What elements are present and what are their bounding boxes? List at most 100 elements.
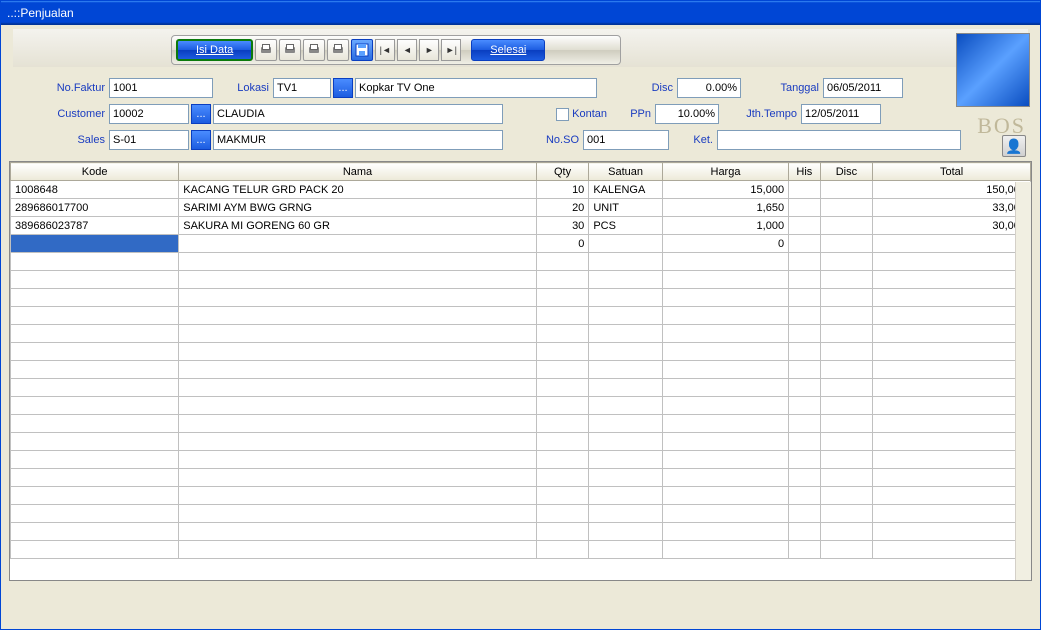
col-header-disc[interactable]: Disc (820, 163, 873, 181)
table-cell[interactable] (536, 505, 589, 523)
table-cell[interactable] (873, 541, 1031, 559)
table-cell[interactable] (662, 379, 788, 397)
lokasi-name-input[interactable] (355, 78, 597, 98)
table-cell[interactable] (873, 433, 1031, 451)
table-row[interactable] (11, 343, 1031, 361)
table-row[interactable]: 289686017700SARIMI AYM BWG GRNG20UNIT1,6… (11, 199, 1031, 217)
table-cell[interactable] (873, 289, 1031, 307)
table-cell[interactable] (789, 271, 821, 289)
table-cell[interactable] (873, 361, 1031, 379)
table-cell[interactable] (820, 235, 873, 253)
table-cell[interactable] (536, 469, 589, 487)
lokasi-lookup-button[interactable]: ... (333, 78, 353, 98)
table-cell[interactable] (589, 433, 663, 451)
table-cell[interactable] (11, 415, 179, 433)
selesai-button[interactable]: Selesai (471, 39, 545, 61)
nav-next-button[interactable]: ► (419, 39, 439, 61)
table-cell[interactable] (873, 487, 1031, 505)
items-table[interactable]: Kode Nama Qty Satuan Harga His Disc Tota… (10, 162, 1031, 559)
table-cell[interactable] (589, 343, 663, 361)
col-header-nama[interactable]: Nama (179, 163, 537, 181)
table-cell[interactable]: SARIMI AYM BWG GRNG (179, 199, 537, 217)
table-row[interactable] (11, 451, 1031, 469)
table-cell[interactable] (536, 523, 589, 541)
table-cell[interactable]: 20 (536, 199, 589, 217)
person-button[interactable]: 👤 (1002, 135, 1026, 157)
table-cell[interactable] (662, 397, 788, 415)
col-header-satuan[interactable]: Satuan (589, 163, 663, 181)
table-cell[interactable] (179, 235, 537, 253)
table-cell[interactable] (662, 487, 788, 505)
table-cell[interactable] (179, 433, 537, 451)
table-cell[interactable] (536, 361, 589, 379)
table-cell[interactable]: 30 (536, 217, 589, 235)
table-cell[interactable]: 0 (873, 235, 1031, 253)
table-cell[interactable] (179, 289, 537, 307)
table-cell[interactable] (820, 325, 873, 343)
customer-name-input[interactable] (213, 104, 503, 124)
table-cell[interactable] (789, 379, 821, 397)
table-cell[interactable] (11, 307, 179, 325)
table-cell[interactable] (589, 325, 663, 343)
table-cell[interactable] (589, 523, 663, 541)
sales-lookup-button[interactable]: ... (191, 130, 211, 150)
table-cell[interactable] (873, 451, 1031, 469)
table-cell[interactable] (662, 253, 788, 271)
table-cell[interactable] (662, 469, 788, 487)
table-cell[interactable] (11, 469, 179, 487)
table-cell[interactable] (589, 307, 663, 325)
table-cell[interactable] (789, 181, 821, 199)
jth-tempo-input[interactable] (801, 104, 881, 124)
table-cell[interactable]: 30,000 (873, 217, 1031, 235)
table-cell[interactable] (179, 469, 537, 487)
table-cell[interactable] (873, 505, 1031, 523)
table-cell[interactable] (179, 523, 537, 541)
table-cell[interactable]: 0 (662, 235, 788, 253)
table-cell[interactable] (820, 487, 873, 505)
table-cell[interactable] (820, 379, 873, 397)
table-cell[interactable] (789, 397, 821, 415)
table-cell[interactable] (179, 253, 537, 271)
table-cell[interactable] (820, 343, 873, 361)
table-cell[interactable] (11, 253, 179, 271)
table-cell[interactable] (179, 541, 537, 559)
table-row[interactable]: 1008648KACANG TELUR GRD PACK 2010KALENGA… (11, 181, 1031, 199)
table-cell[interactable] (11, 505, 179, 523)
table-cell[interactable] (662, 343, 788, 361)
table-row[interactable] (11, 433, 1031, 451)
table-cell[interactable]: 289686017700 (11, 199, 179, 217)
table-cell[interactable] (789, 253, 821, 271)
table-cell[interactable] (179, 397, 537, 415)
print-button-2[interactable] (279, 39, 301, 61)
table-cell[interactable]: 0 (536, 235, 589, 253)
table-cell[interactable] (789, 433, 821, 451)
table-cell[interactable] (820, 505, 873, 523)
col-header-his[interactable]: His (789, 163, 821, 181)
table-cell[interactable] (789, 199, 821, 217)
table-cell[interactable] (11, 379, 179, 397)
table-cell[interactable] (662, 541, 788, 559)
table-cell[interactable] (589, 415, 663, 433)
table-cell[interactable] (536, 307, 589, 325)
table-cell[interactable] (789, 469, 821, 487)
table-cell[interactable] (11, 343, 179, 361)
table-cell[interactable]: KALENGA (589, 181, 663, 199)
sales-name-input[interactable] (213, 130, 503, 150)
table-cell[interactable] (179, 343, 537, 361)
table-cell[interactable] (873, 469, 1031, 487)
table-cell[interactable] (536, 433, 589, 451)
table-row[interactable] (11, 505, 1031, 523)
table-cell[interactable] (873, 271, 1031, 289)
table-cell[interactable] (179, 379, 537, 397)
table-cell[interactable] (179, 325, 537, 343)
kontan-checkbox[interactable] (556, 108, 569, 121)
table-cell[interactable] (820, 469, 873, 487)
table-cell[interactable]: 15,000 (662, 181, 788, 199)
table-cell[interactable]: KACANG TELUR GRD PACK 20 (179, 181, 537, 199)
table-cell[interactable] (179, 271, 537, 289)
table-cell[interactable] (536, 487, 589, 505)
table-row[interactable]: 0 0 0 (11, 235, 1031, 253)
col-header-kode[interactable]: Kode (11, 163, 179, 181)
table-cell[interactable] (589, 541, 663, 559)
table-cell[interactable] (662, 325, 788, 343)
